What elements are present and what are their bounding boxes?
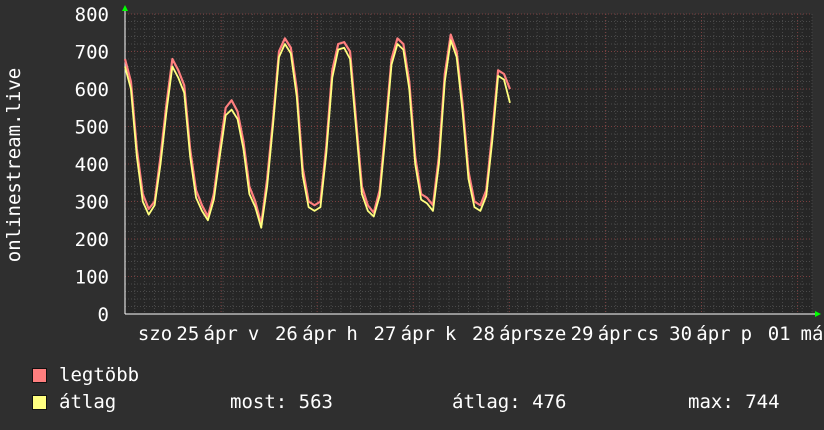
y-tick-label: 200: [75, 229, 109, 251]
legend-label-max: legtöbb: [59, 364, 140, 386]
x-tick-label: ápr: [499, 323, 533, 345]
stat-current: most: 563: [230, 391, 333, 413]
x-tick-label: v: [248, 323, 259, 345]
x-tick-label: sze: [532, 323, 566, 345]
stat-maximum: max: 744: [688, 391, 780, 413]
y-tick-label: 0: [98, 304, 109, 326]
x-tick-label: szo: [138, 323, 172, 345]
stat-average: átlag: 476: [452, 391, 567, 413]
x-axis-arrow: [815, 311, 821, 317]
x-tick-label: ápr: [696, 323, 730, 345]
x-tick-label: ápr: [302, 323, 336, 345]
x-tick-label: ápr: [401, 323, 435, 345]
legend-swatch-max: [32, 367, 47, 383]
legend-label-avg: átlag: [59, 391, 117, 413]
x-tick-label: 28: [472, 323, 495, 345]
x-tick-label: 01: [768, 323, 791, 345]
y-tick-label: 800: [75, 4, 109, 26]
x-tick-label: 27: [374, 323, 397, 345]
x-tick-label: ápr: [204, 323, 238, 345]
y-tick-label: 600: [75, 79, 109, 101]
x-tick-label: h: [346, 323, 357, 345]
legend-item-avg: átlag: [32, 391, 116, 413]
y-tick-label: 400: [75, 154, 109, 176]
x-tick-label: p: [741, 323, 752, 345]
x-tick-label: má: [801, 323, 824, 345]
x-tick-label: 29: [571, 323, 594, 345]
y-axis-title: onlinestream.live: [3, 68, 25, 262]
x-tick-label: k: [445, 323, 457, 345]
legend-swatch-avg: [32, 394, 47, 410]
y-tick-label: 300: [75, 192, 109, 214]
x-tick-label: cs: [636, 323, 659, 345]
y-tick-label: 500: [75, 117, 109, 139]
y-axis-arrow: [122, 5, 128, 11]
x-tick-label: ápr: [598, 323, 632, 345]
legend-item-max: legtöbb: [32, 364, 139, 386]
x-tick-label: 30: [669, 323, 692, 345]
x-tick-label: 25: [176, 323, 199, 345]
x-tick-label: 26: [275, 323, 298, 345]
y-tick-label: 100: [75, 267, 109, 289]
y-tick-label: 700: [75, 42, 109, 64]
